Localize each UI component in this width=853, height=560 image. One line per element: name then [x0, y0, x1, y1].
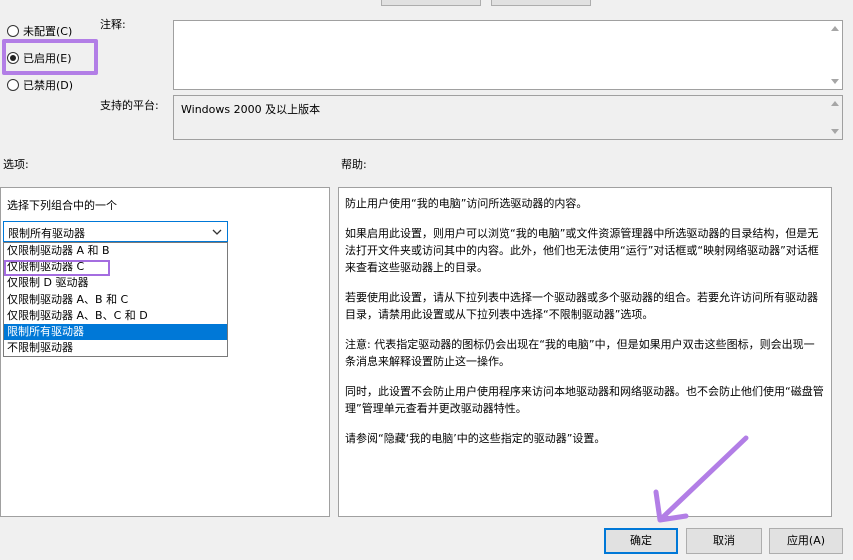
- enabled-highlight-annotation: [2, 39, 98, 75]
- scroll-up-icon[interactable]: [831, 26, 839, 31]
- radio-unconfigured-label: 未配置(C): [23, 25, 73, 38]
- arrow-pointer-icon: [653, 435, 749, 523]
- platform-value: Windows 2000 及以上版本: [181, 103, 321, 116]
- help-paragraph: 若要使用此设置，请从下拉列表中选择一个驱动器或多个驱动器的组合。若要允许访问所有…: [345, 291, 818, 321]
- dropdown-option-highlighted[interactable]: 限制所有驱动器: [4, 323, 227, 341]
- dropdown-option[interactable]: 不限制驱动器: [4, 340, 227, 356]
- help-paragraph: 同时，此设置不会防止用户使用程序来访问本地驱动器和网络驱动器。也不会防止他们使用…: [345, 385, 824, 415]
- help-heading: 帮助:: [341, 158, 367, 171]
- radio-unconfigured[interactable]: 未配置(C): [7, 24, 72, 38]
- apply-button[interactable]: 应用(A): [769, 528, 843, 554]
- dropdown-option[interactable]: 仅限制驱动器 A、B 和 C: [4, 292, 227, 308]
- combo-label: 选择下列组合中的一个: [7, 199, 117, 212]
- radio-unconfigured-circle[interactable]: [7, 25, 19, 37]
- dropdown-option[interactable]: 仅限制驱动器 A、B、C 和 D: [4, 308, 227, 324]
- scroll-down-icon[interactable]: [831, 79, 839, 84]
- help-paragraph: 注意: 代表指定驱动器的图标仍会出现在“我的电脑”中，但是如果用户双击这些图标，…: [345, 338, 815, 368]
- top-button-left[interactable]: [381, 0, 481, 6]
- radio-disabled-label: 已禁用(D): [23, 79, 74, 92]
- radio-disabled-circle[interactable]: [7, 79, 19, 91]
- ok-button[interactable]: 确定: [604, 528, 678, 554]
- platform-scrollbar[interactable]: [828, 96, 842, 139]
- help-paragraph: 如果启用此设置，则用户可以浏览“我的电脑”或文件资源管理器中所选驱动器的目录结构…: [345, 227, 819, 274]
- platform-label: 支持的平台:: [100, 99, 159, 112]
- comment-scrollbar[interactable]: [828, 21, 842, 89]
- platform-box: Windows 2000 及以上版本: [173, 95, 843, 140]
- scroll-down-icon[interactable]: [831, 129, 839, 134]
- chevron-down-icon[interactable]: [212, 228, 222, 236]
- cancel-button[interactable]: 取消: [686, 528, 762, 554]
- top-button-right[interactable]: [491, 0, 591, 6]
- options-heading: 选项:: [3, 158, 29, 171]
- help-paragraph: 防止用户使用“我的电脑”访问所选驱动器的内容。: [345, 197, 588, 210]
- drive-c-highlight-annotation: [4, 260, 110, 276]
- scroll-up-icon[interactable]: [831, 101, 839, 106]
- dropdown-option[interactable]: 仅限制驱动器 A 和 B: [4, 243, 227, 259]
- comment-textarea[interactable]: [173, 20, 843, 90]
- dropdown-option[interactable]: 仅限制 D 驱动器: [4, 275, 227, 291]
- drives-dropdown-value: 限制所有驱动器: [8, 227, 85, 240]
- radio-disabled[interactable]: 已禁用(D): [7, 78, 73, 92]
- help-scrollbar-track[interactable]: [835, 187, 847, 517]
- comment-label: 注释:: [100, 18, 126, 31]
- drives-dropdown[interactable]: 限制所有驱动器: [3, 221, 228, 242]
